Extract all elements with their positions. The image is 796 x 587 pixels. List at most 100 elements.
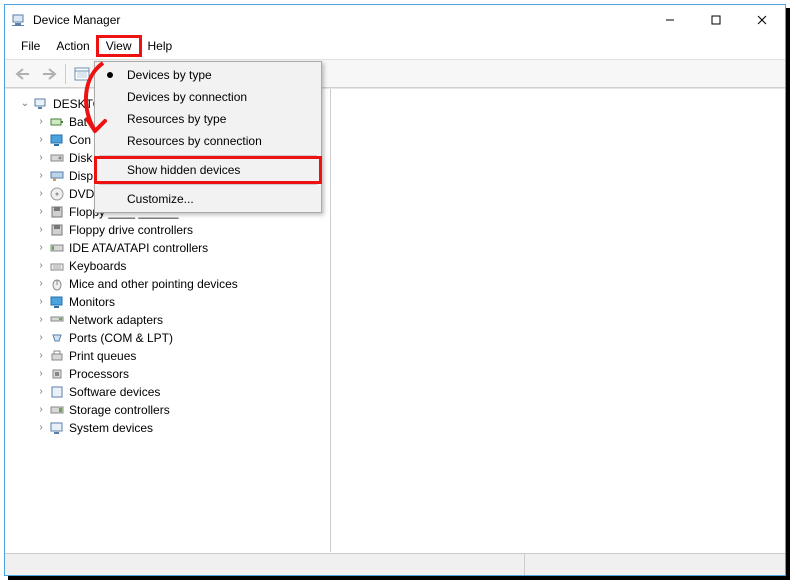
chevron-right-icon[interactable] [33, 152, 49, 163]
status-cell [5, 554, 525, 575]
network-icon [49, 312, 65, 328]
chevron-right-icon[interactable] [33, 314, 49, 325]
close-button[interactable] [739, 5, 785, 35]
tree-item-print-queues[interactable]: Print queues [5, 347, 330, 365]
computer-icon [33, 96, 49, 112]
dropdown-separator [99, 155, 317, 156]
tree-item-label: Con [69, 133, 91, 147]
titlebar: Device Manager [5, 5, 785, 35]
dd-devices-by-type[interactable]: Devices by type [97, 64, 319, 86]
maximize-button[interactable] [693, 5, 739, 35]
monitor-icon [49, 294, 65, 310]
tree-item-label: Processors [69, 367, 129, 381]
chevron-right-icon[interactable] [33, 170, 49, 181]
menu-view[interactable]: View [98, 37, 140, 55]
tree-item-processors[interactable]: Processors [5, 365, 330, 383]
status-cell [525, 554, 785, 575]
floppy-controller-icon [49, 222, 65, 238]
tree-item-label: System devices [69, 421, 153, 435]
tree-item-label: Floppy drive controllers [69, 223, 193, 237]
port-icon [49, 330, 65, 346]
dd-label: Devices by type [127, 68, 212, 82]
toolbar-separator [65, 64, 66, 84]
tree-item-label: Storage controllers [69, 403, 170, 417]
floppy-icon [49, 204, 65, 220]
dd-label: Resources by connection [127, 134, 262, 148]
tree-item-storage-controllers[interactable]: Storage controllers [5, 401, 330, 419]
tree-item-label: Keyboards [69, 259, 126, 273]
tree-item-label: Ports (COM & LPT) [69, 331, 173, 345]
tree-item-ide-ata[interactable]: IDE ATA/ATAPI controllers [5, 239, 330, 257]
tree-item-label: Disk [69, 151, 92, 165]
chevron-right-icon[interactable] [33, 224, 49, 235]
tree-item-label: Software devices [69, 385, 160, 399]
tree-item-label: Monitors [69, 295, 115, 309]
chevron-right-icon[interactable] [33, 332, 49, 343]
chevron-right-icon[interactable] [33, 188, 49, 199]
mouse-icon [49, 276, 65, 292]
chevron-right-icon[interactable] [33, 404, 49, 415]
chevron-right-icon[interactable] [33, 116, 49, 127]
statusbar [5, 553, 785, 575]
dd-label: Show hidden devices [127, 163, 240, 177]
dd-customize[interactable]: Customize... [97, 188, 319, 210]
tree-item-monitors[interactable]: Monitors [5, 293, 330, 311]
dd-show-hidden-devices[interactable]: Show hidden devices [97, 159, 319, 181]
dvd-icon [49, 186, 65, 202]
dd-resources-by-type[interactable]: Resources by type [97, 108, 319, 130]
printer-icon [49, 348, 65, 364]
chevron-right-icon[interactable] [33, 422, 49, 433]
tree-item-mice[interactable]: Mice and other pointing devices [5, 275, 330, 293]
tree-item-label: IDE ATA/ATAPI controllers [69, 241, 208, 255]
ide-icon [49, 240, 65, 256]
back-button[interactable] [11, 63, 35, 85]
tree-item-label: Print queues [69, 349, 136, 363]
view-dropdown: Devices by type Devices by connection Re… [94, 61, 322, 213]
chevron-right-icon[interactable] [33, 368, 49, 379]
menu-action[interactable]: Action [48, 37, 97, 55]
dd-resources-by-connection[interactable]: Resources by connection [97, 130, 319, 152]
chevron-right-icon[interactable] [33, 350, 49, 361]
chevron-down-icon[interactable] [17, 98, 33, 109]
tree-item-software-devices[interactable]: Software devices [5, 383, 330, 401]
tree-item-keyboards[interactable]: Keyboards [5, 257, 330, 275]
dropdown-separator [99, 184, 317, 185]
software-icon [49, 384, 65, 400]
dd-devices-by-connection[interactable]: Devices by connection [97, 86, 319, 108]
properties-button[interactable] [70, 63, 94, 85]
menu-file[interactable]: File [13, 37, 48, 55]
chevron-right-icon[interactable] [33, 134, 49, 145]
system-icon [49, 420, 65, 436]
tree-item-floppy-controllers[interactable]: Floppy drive controllers [5, 221, 330, 239]
minimize-button[interactable] [647, 5, 693, 35]
keyboard-icon [49, 258, 65, 274]
window-title: Device Manager [33, 13, 647, 27]
dd-label: Customize... [127, 192, 194, 206]
tree-item-label: DVD [69, 187, 94, 201]
menubar: File Action View Help [5, 35, 785, 60]
chevron-right-icon[interactable] [33, 242, 49, 253]
tree-item-label: Mice and other pointing devices [69, 277, 238, 291]
radio-selected-icon [107, 72, 113, 78]
dd-label: Devices by connection [127, 90, 247, 104]
chevron-right-icon[interactable] [33, 386, 49, 397]
devmgr-icon [11, 12, 27, 28]
chevron-right-icon[interactable] [33, 296, 49, 307]
display-adapter-icon [49, 168, 65, 184]
tree-item-ports[interactable]: Ports (COM & LPT) [5, 329, 330, 347]
tree-item-network[interactable]: Network adapters [5, 311, 330, 329]
tree-item-system-devices[interactable]: System devices [5, 419, 330, 437]
tree-item-label: Network adapters [69, 313, 163, 327]
chevron-right-icon[interactable] [33, 278, 49, 289]
storage-controller-icon [49, 402, 65, 418]
disk-icon [49, 150, 65, 166]
tree-item-label: Bat [69, 115, 87, 129]
menu-help[interactable]: Help [140, 37, 181, 55]
details-panel [331, 89, 785, 552]
dd-label: Resources by type [127, 112, 226, 126]
forward-button[interactable] [37, 63, 61, 85]
chevron-right-icon[interactable] [33, 260, 49, 271]
tree-item-label: Disp [69, 169, 93, 183]
chevron-right-icon[interactable] [33, 206, 49, 217]
cpu-icon [49, 366, 65, 382]
